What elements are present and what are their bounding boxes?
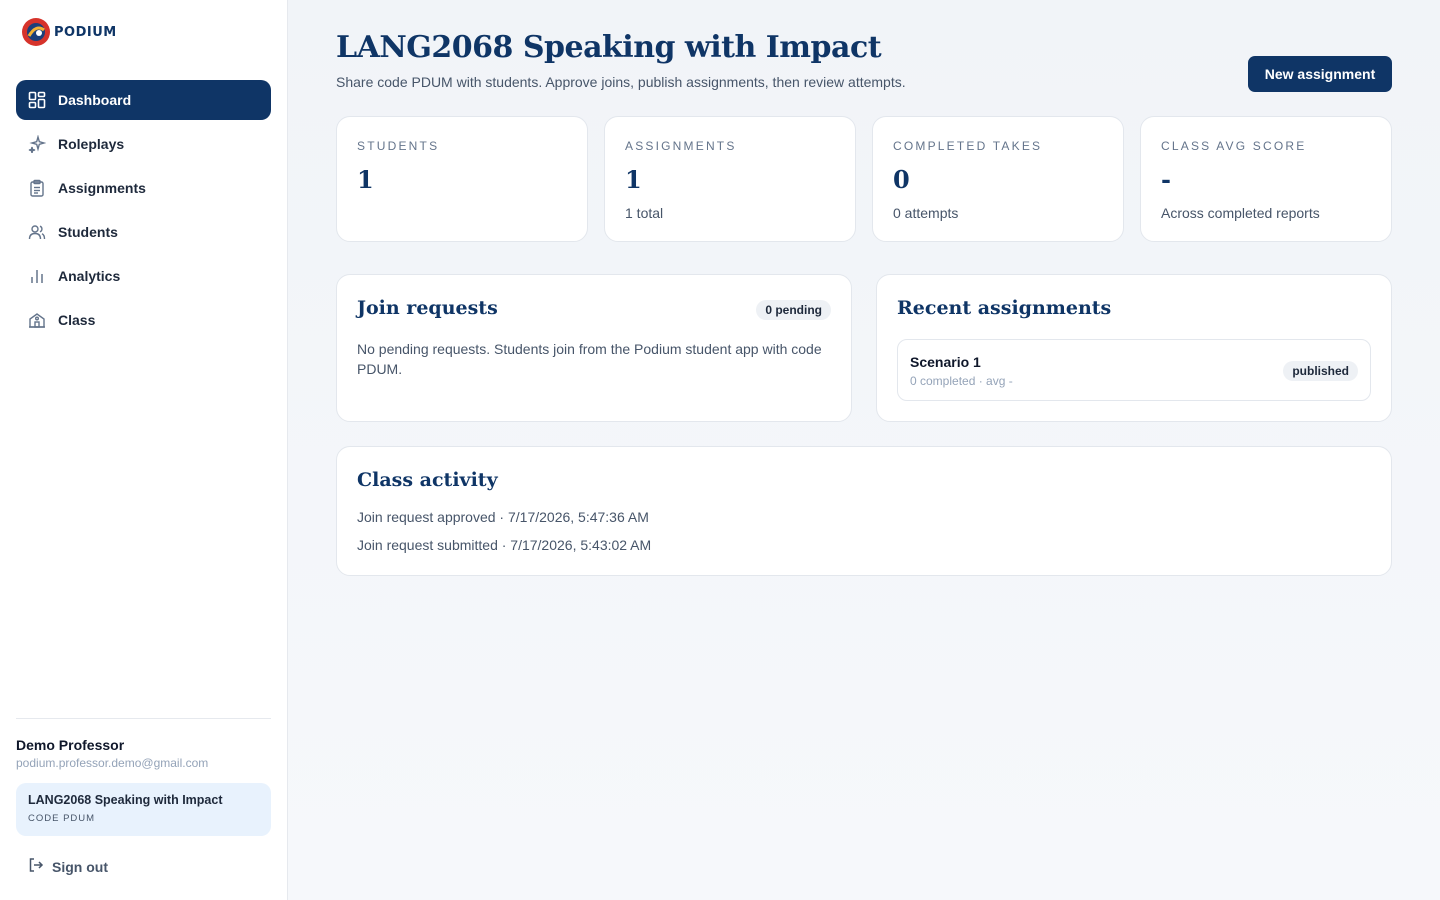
class-activity-title: Class activity [357,469,498,491]
pending-count-badge: 0 pending [756,300,831,320]
assignment-status-badge: published [1283,361,1358,381]
sidebar-divider [16,718,271,719]
stat-value: 1 [357,165,374,194]
logout-icon [28,857,44,876]
stat-value: 1 [625,165,642,194]
current-class-name: LANG2068 Speaking with Impact [28,793,223,807]
brand-name: PODIUM [54,24,117,40]
sidebar-item-assignments[interactable]: Assignments [16,168,271,208]
stat-note: Across completed reports [1161,205,1320,221]
stat-card-assignments: ASSIGNMENTS 1 1 total [604,116,856,242]
stat-label: ASSIGNMENTS [625,139,737,153]
dashboard-icon [28,91,46,109]
sidebar-item-dashboard[interactable]: Dashboard [16,80,271,120]
main-content: LANG2068 Speaking with Impact Share code… [288,0,1440,900]
sidebar-item-label: Roleplays [58,136,125,152]
join-requests-card: Join requests 0 pending No pending reque… [336,274,852,422]
sidebar-item-label: Analytics [58,268,121,284]
page-title: LANG2068 Speaking with Impact [336,30,882,65]
clipboard-icon [28,179,46,197]
new-assignment-button[interactable]: New assignment [1248,56,1392,92]
users-icon [28,223,46,241]
sidebar-item-label: Assignments [58,180,146,196]
recent-assignments-card: Recent assignments Scenario 1 0 complete… [876,274,1392,422]
stat-value: 0 [893,165,910,194]
sidebar: PODIUM Dashboard Roleplays Assignments S… [0,0,288,900]
user-name: Demo Professor [16,737,125,753]
school-icon [28,311,46,329]
sidebar-item-analytics[interactable]: Analytics [16,256,271,296]
sidebar-item-label: Students [58,224,118,240]
sidebar-item-label: Class [58,312,96,328]
assignment-row[interactable]: Scenario 1 0 completed · avg - published [897,339,1371,401]
stat-label: COMPLETED TAKES [893,139,1043,153]
user-email: podium.professor.demo@gmail.com [16,756,209,770]
stat-note: 1 total [625,205,664,221]
sidebar-item-students[interactable]: Students [16,212,271,252]
podium-logo-icon [22,18,50,46]
stat-card-completed-takes: COMPLETED TAKES 0 0 attempts [872,116,1124,242]
bar-chart-icon [28,267,46,285]
stat-note: 0 attempts [893,205,959,221]
sign-out-label: Sign out [52,858,108,875]
stat-card-students: STUDENTS 1 [336,116,588,242]
stat-value: - [1161,165,1171,194]
sparkles-icon [28,135,46,153]
join-requests-empty-text: No pending requests. Students join from … [357,341,822,377]
class-activity-card: Class activity Join request approved · 7… [336,446,1392,576]
activity-item: Join request submitted · 7/17/2026, 5:43… [357,537,652,553]
current-class-card[interactable]: LANG2068 Speaking with Impact CODE PDUM [16,783,271,836]
sidebar-item-roleplays[interactable]: Roleplays [16,124,271,164]
page-subtitle: Share code PDUM with students. Approve j… [336,74,906,90]
sidebar-nav: Dashboard Roleplays Assignments Students… [16,80,271,344]
stat-card-class-avg-score: CLASS AVG SCORE - Across completed repor… [1140,116,1392,242]
sign-out-button[interactable]: Sign out [28,857,108,876]
current-class-code: CODE PDUM [28,813,96,824]
sidebar-item-label: Dashboard [58,92,132,108]
recent-assignments-title: Recent assignments [897,297,1112,319]
stat-label: CLASS AVG SCORE [1161,139,1307,153]
activity-item: Join request approved · 7/17/2026, 5:47:… [357,509,649,525]
join-requests-title: Join requests [357,297,498,319]
brand-logo[interactable]: PODIUM [20,16,117,48]
sidebar-item-class[interactable]: Class [16,300,271,340]
stat-label: STUDENTS [357,139,440,153]
